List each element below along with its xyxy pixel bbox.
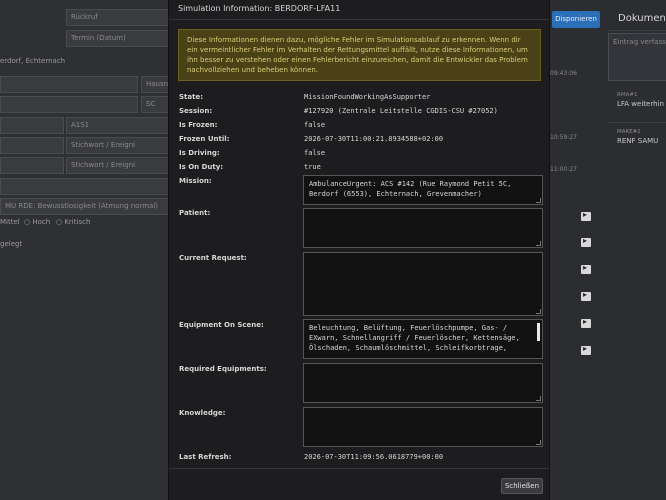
note-text-2: RENF SAMU — [617, 137, 659, 145]
state-label: State: — [179, 93, 204, 101]
left-panel: Rückruf Termin (Datum) erdorf, Echternac… — [0, 0, 175, 500]
mission-label: Mission: — [179, 177, 212, 185]
mission-text: AmbulanceUrgent: ACS #142 (Rue Raymond P… — [309, 180, 512, 198]
session-label: Session: — [179, 107, 213, 115]
arrow-right-icon[interactable] — [581, 344, 591, 355]
frozen-until-label: Frozen Until: — [179, 135, 230, 143]
type-select-2[interactable] — [0, 137, 64, 154]
simulation-info-modal: Simulation Information: BERDORF-LFA11 Di… — [168, 0, 550, 500]
patient-label: Patient: — [179, 209, 211, 217]
required-equipments-textarea[interactable] — [303, 363, 543, 403]
knowledge-textarea[interactable] — [303, 407, 543, 447]
disponieren-button[interactable]: Disponieren — [552, 11, 600, 28]
arrow-right-icon[interactable] — [581, 263, 591, 274]
resize-handle-icon[interactable] — [536, 440, 541, 445]
right-separator — [608, 30, 666, 31]
is-on-duty-label: Is On Duty: — [179, 163, 224, 171]
street-select[interactable] — [0, 76, 138, 93]
doc-title: Dokumentat — [618, 13, 666, 24]
arrow-right-icon[interactable] — [581, 210, 591, 221]
prio-hoch[interactable]: ○ Hoch — [24, 218, 50, 226]
equipment-on-scene-text: Beleuchtung, Belüftung, Feuerlöschpumpe,… — [309, 324, 520, 352]
current-request-label: Current Request: — [179, 254, 247, 262]
location-text: erdorf, Echternach — [0, 57, 66, 65]
is-driving-label: Is Driving: — [179, 149, 220, 157]
time-2: 10:59:27 — [550, 134, 577, 141]
ruckruf-field[interactable]: Rückruf — [66, 9, 175, 26]
is-driving-value: false — [304, 149, 326, 157]
type-select-3[interactable] — [0, 157, 64, 174]
is-frozen-value: false — [304, 121, 326, 129]
type-select-1[interactable] — [0, 117, 64, 134]
equipment-on-scene-label: Equipment On Scene: — [179, 321, 264, 329]
mission-textarea[interactable]: AmbulanceUrgent: ACS #142 (Rue Raymond P… — [303, 175, 543, 205]
is-frozen-label: Is Frozen: — [179, 121, 218, 129]
state-value: MissionFoundWorkingAsSupporter — [304, 93, 431, 101]
arrow-right-icon[interactable] — [581, 290, 591, 301]
stichwort-field-1[interactable]: Stichwort / Ereigni — [66, 137, 175, 154]
last-refresh-label: Last Refresh: — [179, 453, 232, 461]
prio-hoch-label: Hoch — [32, 218, 51, 226]
empty-field[interactable] — [0, 178, 175, 195]
resize-handle-icon[interactable] — [536, 396, 541, 401]
modal-footer — [169, 468, 549, 469]
resize-handle-icon[interactable] — [536, 309, 541, 314]
time-3: 11:00:27 — [550, 166, 577, 173]
arrow-right-icon[interactable] — [581, 317, 591, 328]
prio-mittel[interactable]: Mittel — [0, 218, 20, 226]
close-button[interactable]: Schließen — [501, 478, 543, 494]
knowledge-label: Knowledge: — [179, 409, 226, 417]
equipment-on-scene-textarea[interactable]: Beleuchtung, Belüftung, Feuerlöschpumpe,… — [303, 319, 543, 359]
time-1: 09:43:06 — [550, 70, 577, 77]
session-value: #127920 (Zentrale Leitstelle CGDIS-CSU #… — [304, 107, 498, 115]
scrollbar[interactable] — [537, 323, 540, 341]
prio-kritisch[interactable]: ○ Kritisch — [56, 218, 90, 226]
doc-entry-input[interactable]: Eintrag verfasse — [608, 33, 666, 81]
is-on-duty-value: true — [304, 163, 321, 171]
info-notice: Diese Informationen dienen dazu, möglich… — [178, 29, 541, 81]
patient-textarea[interactable] — [303, 208, 543, 248]
gelegt-text: gelegt — [0, 240, 23, 248]
modal-title: Simulation Information: BERDORF-LFA11 — [178, 4, 341, 13]
rde-field[interactable]: MU RDE: Bewusstlosigkeit (Atmung normal) — [0, 198, 175, 215]
note-separator — [608, 122, 666, 123]
termin-field[interactable]: Termin (Datum) — [66, 30, 175, 47]
required-equipments-label: Required Equipments: — [179, 365, 267, 373]
prio-kritisch-label: Kritisch — [64, 218, 91, 226]
district-select[interactable] — [0, 96, 138, 113]
last-refresh-value: 2026-07-30T11:09:56.0618779+00:00 — [304, 453, 444, 461]
frozen-until-value: 2026-07-30T11:00:21.8934588+02:00 — [304, 135, 444, 143]
stichwort-field-2[interactable]: Stichwort / Ereigni — [66, 157, 175, 174]
note-author-1: RMA#1 — [617, 92, 638, 98]
resize-handle-icon[interactable] — [536, 241, 541, 246]
resize-handle-icon[interactable] — [536, 198, 541, 203]
arrow-right-icon[interactable] — [581, 236, 591, 247]
note-author-2: MAKE#2 — [617, 129, 641, 135]
modal-header: Simulation Information: BERDORF-LFA11 — [169, 0, 549, 20]
note-text-1: LFA weiterhin v — [617, 100, 666, 108]
a1s1-field[interactable]: A1S1 — [66, 117, 175, 134]
current-request-textarea[interactable] — [303, 252, 543, 316]
